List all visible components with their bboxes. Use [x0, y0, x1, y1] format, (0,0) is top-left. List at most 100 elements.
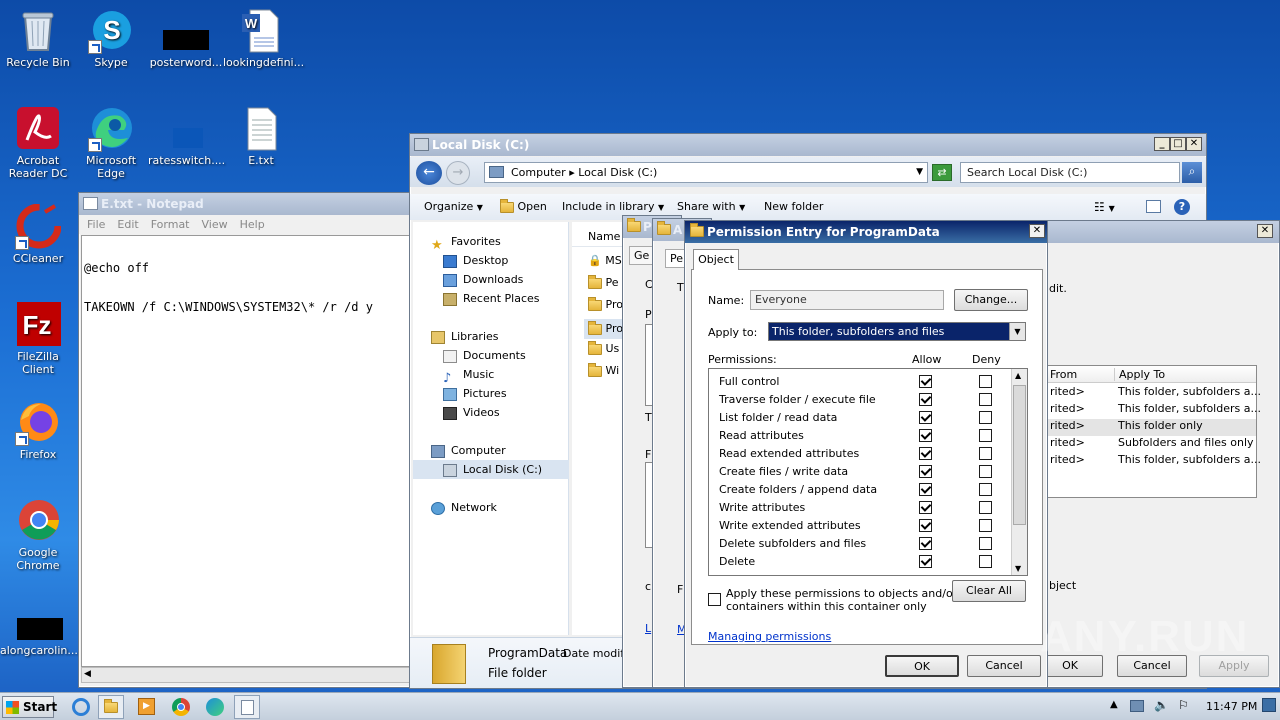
- chevron-down-icon[interactable]: ▼: [916, 163, 923, 182]
- deny-checkbox[interactable]: [979, 465, 992, 478]
- desktop-icon-ratesswitch[interactable]: ratesswitch....: [148, 106, 225, 167]
- table-row[interactable]: rited> Subfolders and files only: [1048, 436, 1256, 453]
- deny-checkbox[interactable]: [979, 393, 992, 406]
- show-hidden-icons[interactable]: ▲: [1110, 699, 1118, 710]
- notepad-hscrollbar[interactable]: ◀: [81, 667, 415, 683]
- tab-general[interactable]: Ge: [629, 246, 655, 265]
- deny-checkbox[interactable]: [979, 537, 992, 550]
- desktop-icon-alongcarolin[interactable]: alongcarolin...: [0, 602, 78, 657]
- minimize-button[interactable]: _: [1154, 137, 1170, 151]
- open-button[interactable]: Open: [500, 194, 547, 220]
- view-options-icon[interactable]: ☷ ▼: [1094, 194, 1115, 222]
- nav-desktop[interactable]: Desktop: [413, 251, 508, 270]
- show-desktop-button[interactable]: [1262, 698, 1276, 712]
- search-icon[interactable]: ⌕: [1182, 162, 1202, 183]
- desktop-icon-recycle-bin[interactable]: Recycle Bin: [0, 8, 76, 69]
- tab-object[interactable]: Object: [693, 249, 739, 270]
- file-row[interactable]: 🔒 MS: [588, 254, 622, 267]
- nav-favorites[interactable]: ★ Favorites: [413, 232, 501, 253]
- network-tray-icon[interactable]: [1130, 700, 1144, 712]
- scroll-down-icon[interactable]: ▼: [1015, 564, 1021, 573]
- apply-to-children-checkbox[interactable]: [708, 593, 721, 606]
- allow-checkbox[interactable]: [919, 429, 932, 442]
- nav-pictures[interactable]: Pictures: [413, 384, 507, 403]
- edge-taskbar-icon[interactable]: [206, 698, 224, 716]
- deny-checkbox[interactable]: [979, 501, 992, 514]
- table-row[interactable]: rited> This folder, subfolders a...: [1048, 385, 1261, 402]
- desktop-icon-acrobat[interactable]: Acrobat Reader DC: [0, 106, 76, 180]
- deny-checkbox[interactable]: [979, 411, 992, 424]
- col-apply-to[interactable]: Apply To: [1114, 368, 1165, 381]
- media-player-taskbar-icon[interactable]: ▶: [138, 698, 155, 715]
- file-row[interactable]: Pro: [588, 296, 623, 311]
- permission-entry-title-bar[interactable]: Permission Entry for ProgramData ✕: [685, 221, 1047, 243]
- close-button[interactable]: ✕: [1029, 224, 1045, 238]
- allow-checkbox[interactable]: [919, 483, 932, 496]
- permissions-scrollbar[interactable]: ▲ ▼: [1011, 369, 1027, 575]
- table-row[interactable]: rited> This folder, subfolders a...: [1048, 402, 1261, 419]
- forward-button[interactable]: →: [446, 161, 470, 185]
- change-button[interactable]: Change...: [954, 289, 1028, 311]
- notepad-text-area[interactable]: @echo off TAKEOWN /f C:\WINDOWS\SYSTEM32…: [81, 235, 415, 667]
- flag-tray-icon[interactable]: ⚐: [1178, 698, 1189, 712]
- scroll-left-icon[interactable]: ◀: [84, 669, 91, 679]
- menu-format[interactable]: Format: [145, 215, 196, 234]
- new-folder-button[interactable]: New folder: [764, 194, 823, 220]
- allow-checkbox[interactable]: [919, 465, 932, 478]
- close-button[interactable]: ✕: [1257, 224, 1273, 238]
- volume-tray-icon[interactable]: 🔈: [1154, 698, 1169, 712]
- maximize-button[interactable]: □: [1170, 137, 1186, 151]
- file-row[interactable]: Wi: [588, 362, 619, 377]
- deny-checkbox[interactable]: [979, 483, 992, 496]
- nav-libraries[interactable]: Libraries: [413, 327, 499, 346]
- preview-pane-icon[interactable]: [1146, 200, 1161, 213]
- nav-downloads[interactable]: Downloads: [413, 270, 523, 289]
- desktop-icon-chrome[interactable]: Google Chrome: [0, 498, 76, 572]
- managing-permissions-link[interactable]: Managing permissions: [708, 630, 831, 643]
- cancel-button[interactable]: Cancel: [967, 655, 1041, 677]
- props-link[interactable]: L: [645, 622, 651, 635]
- scroll-up-icon[interactable]: ▲: [1015, 371, 1021, 380]
- notepad-title-bar[interactable]: E.txt - Notepad: [79, 193, 417, 215]
- nav-documents[interactable]: Documents: [413, 346, 526, 365]
- notepad-window[interactable]: E.txt - Notepad File Edit Format View Help @…: [78, 192, 418, 688]
- breadcrumb-computer[interactable]: Computer: [511, 166, 566, 179]
- allow-checkbox[interactable]: [919, 447, 932, 460]
- back-button[interactable]: ←: [416, 161, 442, 185]
- explorer-title-bar[interactable]: Local Disk (C:) _ □ ✕: [410, 134, 1206, 156]
- desktop-icon-lookingdefini[interactable]: W lookingdefini...: [223, 8, 304, 69]
- desktop-icon-skype[interactable]: S Skype: [73, 8, 149, 69]
- menu-edit[interactable]: Edit: [111, 215, 144, 234]
- desktop-icon-filezilla[interactable]: Fz FileZilla Client: [0, 302, 76, 376]
- deny-checkbox[interactable]: [979, 447, 992, 460]
- desktop-icon-posterword[interactable]: posterword...: [148, 8, 224, 69]
- organize-button[interactable]: Organize ▼: [424, 194, 483, 221]
- start-button[interactable]: Start: [2, 696, 57, 718]
- share-with-button[interactable]: Share with ▼: [677, 194, 745, 221]
- breadcrumb[interactable]: Computer ▸ Local Disk (C:) ▼: [484, 162, 928, 183]
- search-box[interactable]: Search Local Disk (C:): [960, 162, 1180, 183]
- help-icon[interactable]: ?: [1174, 199, 1190, 215]
- explorer-taskbar-icon[interactable]: [98, 695, 124, 719]
- allow-checkbox[interactable]: [919, 501, 932, 514]
- menu-help[interactable]: Help: [234, 215, 271, 234]
- chrome-taskbar-icon[interactable]: [172, 698, 190, 716]
- ie-taskbar-icon[interactable]: [72, 698, 90, 716]
- deny-checkbox[interactable]: [979, 375, 992, 388]
- nav-music[interactable]: ♪ Music: [413, 365, 494, 386]
- allow-checkbox[interactable]: [919, 537, 932, 550]
- nav-recent-places[interactable]: Recent Places: [413, 289, 540, 308]
- deny-checkbox[interactable]: [979, 519, 992, 532]
- table-row[interactable]: rited> This folder, subfolders a...: [1048, 453, 1261, 470]
- refresh-button[interactable]: ⇄: [932, 164, 952, 181]
- permission-entries-table[interactable]: From Apply To rited> This folder, subfold…: [1047, 365, 1261, 498]
- allow-checkbox[interactable]: [919, 411, 932, 424]
- clear-all-button[interactable]: Clear All: [952, 580, 1026, 602]
- nav-videos[interactable]: Videos: [413, 403, 500, 422]
- menu-view[interactable]: View: [196, 215, 234, 234]
- menu-file[interactable]: File: [81, 215, 111, 234]
- clock[interactable]: 11:47 PM: [1206, 700, 1257, 713]
- deny-checkbox[interactable]: [979, 429, 992, 442]
- desktop-icon-firefox[interactable]: Firefox: [0, 400, 76, 461]
- chevron-down-icon[interactable]: ▼: [1009, 323, 1025, 340]
